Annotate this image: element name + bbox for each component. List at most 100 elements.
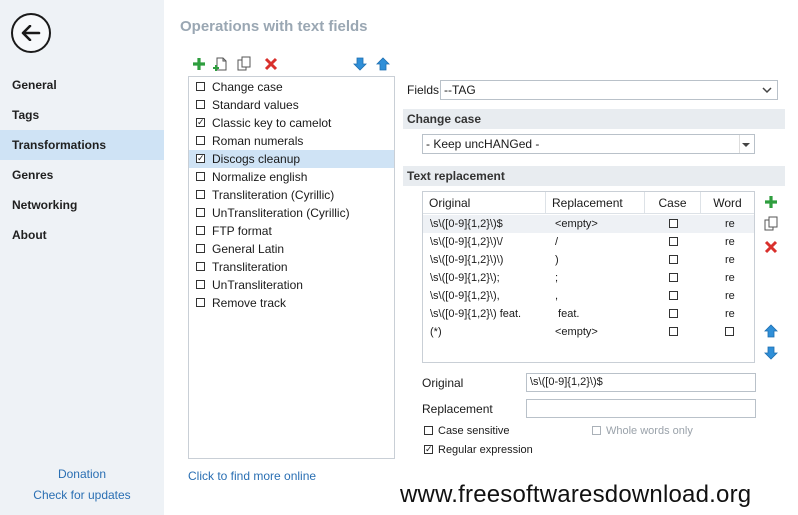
transformation-label: FTP format (212, 224, 272, 238)
table-row[interactable]: \s\([0-9]{1,2}\);; re (423, 269, 754, 287)
cell-original: \s\([0-9]{1,2}\), (430, 290, 500, 302)
table-row[interactable]: \s\([0-9]{1,2}\) feat. feat. re (423, 305, 754, 323)
copy-icon[interactable] (236, 56, 252, 72)
add-rule-icon[interactable] (763, 194, 779, 210)
cell-replacement: ; (555, 272, 559, 284)
cell-case-checkbox[interactable] (669, 273, 678, 282)
transformation-label: Standard values (212, 98, 299, 112)
transformation-checkbox[interactable] (196, 262, 205, 271)
transformations-list[interactable]: Change case Standard values ✓ Classic key t… (188, 76, 395, 459)
add-icon[interactable] (191, 56, 207, 72)
transformation-label: Transliteration (Cyrillic) (212, 188, 335, 202)
table-row[interactable]: \s\([0-9]{1,2}\)\/ / re (423, 233, 754, 251)
transformation-checkbox[interactable] (196, 298, 205, 307)
transformation-label: General Latin (212, 242, 285, 256)
cell-case-checkbox[interactable] (669, 219, 678, 228)
cell-word-checkbox[interactable] (725, 327, 734, 336)
transformation-label: Classic key to camelot (212, 116, 332, 130)
list-item[interactable]: ✓ Classic key to camelot (189, 114, 394, 132)
list-item[interactable]: Roman numerals (189, 132, 394, 150)
cell-case-checkbox[interactable] (669, 237, 678, 246)
dropdown-arrow-icon (742, 143, 750, 147)
transformation-checkbox[interactable] (196, 82, 205, 91)
chevron-down-icon (762, 87, 772, 94)
list-item[interactable]: Remove track (189, 294, 394, 312)
check-updates-link[interactable]: Check for updates (0, 488, 164, 502)
cell-word: re (725, 236, 735, 248)
transformation-checkbox[interactable] (196, 226, 205, 235)
cell-original: \s\([0-9]{1,2}\)$ (430, 218, 503, 230)
move-rule-down-icon[interactable] (763, 345, 779, 361)
list-item[interactable]: Normalize english (189, 168, 394, 186)
list-item[interactable]: Change case (189, 78, 394, 96)
cell-original: \s\([0-9]{1,2}\) feat. (430, 308, 522, 320)
sidebar-item-genres[interactable]: Genres (0, 160, 164, 190)
transformation-label: UnTransliteration (Cyrillic) (212, 206, 350, 220)
transformation-checkbox[interactable] (196, 208, 205, 217)
donation-link[interactable]: Donation (0, 467, 164, 481)
transformation-checkbox[interactable] (196, 190, 205, 199)
sidebar-item-about[interactable]: About (0, 220, 164, 250)
replacement-input[interactable] (526, 399, 756, 418)
transformation-checkbox[interactable] (196, 244, 205, 253)
whole-words-label: Whole words only (606, 425, 693, 437)
cell-replacement: feat. (555, 308, 580, 320)
table-row[interactable]: \s\([0-9]{1,2}\)$ <empty> re (423, 215, 754, 233)
column-header-case[interactable]: Case (645, 192, 701, 214)
change-case-combo[interactable]: - Keep uncHANGed - (422, 134, 755, 154)
sidebar-item-transformations[interactable]: Transformations (0, 130, 164, 160)
cell-replacement: / (555, 236, 559, 248)
transformation-checkbox[interactable] (196, 280, 205, 289)
transformation-label: Roman numerals (212, 134, 304, 148)
new-document-icon[interactable] (213, 56, 229, 72)
delete-icon[interactable] (263, 56, 279, 72)
list-item[interactable]: Standard values (189, 96, 394, 114)
sidebar-item-tags[interactable]: Tags (0, 100, 164, 130)
find-more-online-link[interactable]: Click to find more online (188, 469, 316, 483)
change-case-heading: Change case (403, 109, 785, 129)
cell-original: \s\([0-9]{1,2}\); (430, 272, 500, 284)
original-input[interactable]: \s\([0-9]{1,2}\)$ (526, 373, 756, 392)
delete-rule-icon[interactable] (763, 239, 779, 255)
sidebar-item-networking[interactable]: Networking (0, 190, 164, 220)
column-header-original[interactable]: Original (423, 192, 546, 214)
sidebar-item-general[interactable]: General (0, 70, 164, 100)
list-item[interactable]: Transliteration (Cyrillic) (189, 186, 394, 204)
copy-rule-icon[interactable] (763, 216, 779, 232)
regex-checkbox[interactable]: ✓ (424, 445, 433, 454)
transformation-label: Normalize english (212, 170, 308, 184)
replacement-table[interactable]: Original Replacement Case Word \s\([0-9]… (422, 191, 755, 363)
cell-case-checkbox[interactable] (669, 327, 678, 336)
list-item[interactable]: UnTransliteration (Cyrillic) (189, 204, 394, 222)
transformation-checkbox[interactable]: ✓ (196, 154, 205, 163)
transformation-checkbox[interactable] (196, 172, 205, 181)
table-row[interactable]: \s\([0-9]{1,2}\),, re (423, 287, 754, 305)
list-item[interactable]: Transliteration (189, 258, 394, 276)
column-header-word[interactable]: Word (701, 192, 754, 214)
cell-case-checkbox[interactable] (669, 291, 678, 300)
cell-case-checkbox[interactable] (669, 309, 678, 318)
case-sensitive-checkbox[interactable] (424, 426, 433, 435)
move-rule-up-icon[interactable] (763, 323, 779, 339)
column-header-replacement[interactable]: Replacement (546, 192, 645, 214)
move-down-icon[interactable] (352, 56, 368, 72)
transformation-checkbox[interactable] (196, 136, 205, 145)
replacement-label: Replacement (422, 402, 493, 416)
fields-combo[interactable]: --TAG (440, 80, 778, 100)
list-item[interactable]: ✓ Discogs cleanup (189, 150, 394, 168)
transformation-checkbox[interactable] (196, 100, 205, 109)
table-row[interactable]: (*) <empty> (423, 323, 754, 341)
cell-original: (*) (430, 326, 442, 338)
move-up-icon[interactable] (375, 56, 391, 72)
cell-replacement: , (555, 290, 559, 302)
cell-case-checkbox[interactable] (669, 255, 678, 264)
transformation-checkbox[interactable]: ✓ (196, 118, 205, 127)
back-button[interactable] (11, 13, 51, 53)
cell-word: re (725, 272, 735, 284)
list-item[interactable]: UnTransliteration (189, 276, 394, 294)
table-row[interactable]: \s\([0-9]{1,2}\)\)) re (423, 251, 754, 269)
list-item[interactable]: General Latin (189, 240, 394, 258)
whole-words-checkbox[interactable] (592, 426, 601, 435)
back-arrow-icon (21, 25, 41, 41)
list-item[interactable]: FTP format (189, 222, 394, 240)
